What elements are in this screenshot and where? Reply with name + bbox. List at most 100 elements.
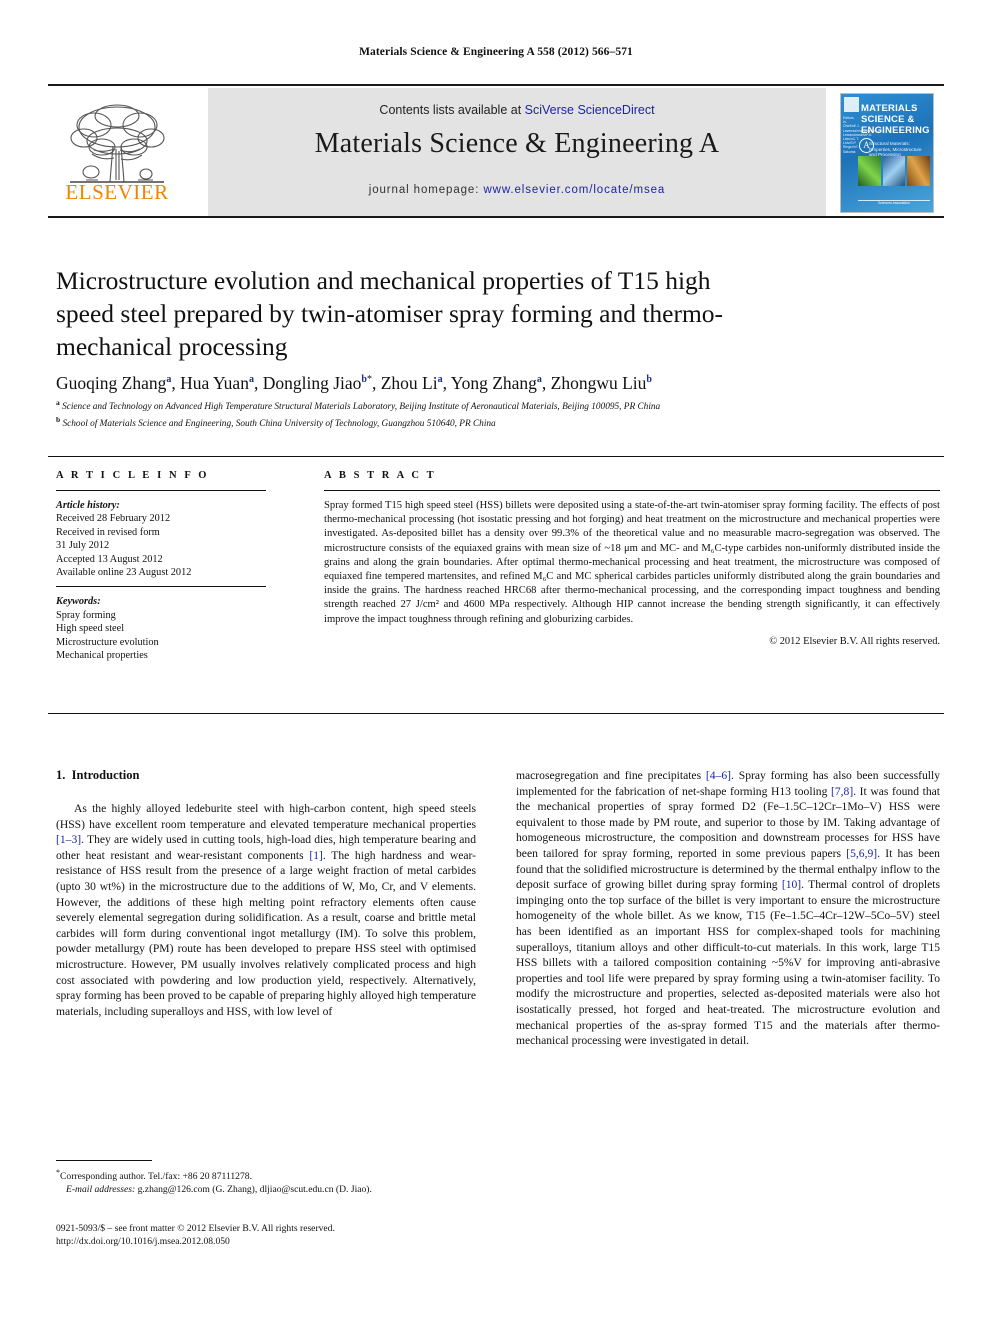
article-history-item-0: Received 28 February 2012 [56, 513, 171, 525]
affiliation-a-text: Science and Technology on Advanced High … [62, 402, 661, 413]
article-info-heading: A R T I C L E I N F O [56, 470, 210, 481]
abstract-column: A B S T R A C T Spray formed T15 high sp… [324, 470, 940, 647]
affiliation-b-text: School of Materials Science and Engineer… [62, 418, 496, 429]
cover-elsevier-logo-icon [844, 97, 859, 112]
article-history-item-4: Available online 23 August 2012 [56, 567, 192, 579]
author-5-name: Yong Zhang [450, 372, 537, 393]
article-history-block: Article history: Received 28 February 20… [56, 499, 266, 579]
abstract-block-bottom-rule [48, 713, 944, 714]
keywords-label: Keywords: [56, 596, 101, 608]
elsevier-wordmark: ELSEVIER [65, 180, 169, 204]
journal-article-page: Materials Science & Engineering A 558 (2… [0, 0, 992, 1323]
cover-micrograph-1 [858, 156, 881, 186]
author-1-name: Guoqing Zhang [56, 372, 167, 393]
journal-cover-cell: MATERIALS SCIENCE & ENGINEERING A Struct… [826, 88, 944, 216]
citation-7-8[interactable]: [7,8] [831, 785, 853, 798]
sciencedirect-link[interactable]: SciVerse ScienceDirect [525, 103, 655, 117]
author-list: Guoqing Zhanga, Hua Yuana, Dongling Jiao… [56, 372, 652, 393]
contents-available-line: Contents lists available at SciVerse Sci… [208, 103, 826, 117]
email-addresses[interactable]: g.zhang@126.com (G. Zhang), dljiao@scut.… [138, 1184, 372, 1195]
intro-paragraph-right: macrosegregation and fine precipitates [… [516, 768, 940, 1049]
footnote-text: *Corresponding author. Tel./fax: +86 20 … [56, 1166, 476, 1196]
issn-line: 0921-5093/$ – see front matter © 2012 El… [56, 1223, 335, 1234]
cover-title-line-1: MATERIALS [861, 103, 918, 114]
citation-1-3[interactable]: [1–3] [56, 833, 81, 846]
article-history-item-2: 31 July 2012 [56, 540, 110, 552]
masthead-center: Contents lists available at SciVerse Sci… [208, 88, 826, 216]
article-history-item-3: Accepted 13 August 2012 [56, 553, 163, 565]
cover-micrograph-2 [882, 156, 906, 186]
abstract-text: Spray formed T15 high speed steel (HSS) … [324, 500, 940, 625]
citation-10[interactable]: [10] [782, 878, 801, 891]
running-head: Materials Science & Engineering A 558 (2… [359, 46, 633, 58]
author-4-affiliation-marker: a [437, 374, 443, 385]
affiliation-b: b School of Materials Science and Engine… [56, 414, 936, 431]
affiliation-a-marker: a [56, 398, 60, 407]
journal-homepage-line: journal homepage: www.elsevier.com/locat… [208, 184, 826, 196]
body-column-right: macrosegregation and fine precipitates [… [516, 768, 940, 1049]
article-history-item-1: Received in revised form [56, 526, 160, 538]
homepage-prefix: journal homepage: [368, 184, 484, 196]
intro-text-4: macrosegregation and fine precipitates [516, 769, 706, 782]
corresponding-note-text: Corresponding author. Tel./fax: +86 20 8… [60, 1171, 252, 1183]
author-2: Hua Yuana [180, 373, 254, 393]
citation-5-6-9[interactable]: [5,6,9] [846, 847, 877, 860]
author-6-affiliation-marker: b [646, 374, 652, 385]
cover-micrograph-strip [858, 156, 931, 186]
abstract-block-top-rule [48, 456, 944, 457]
section-title: Introduction [71, 768, 140, 782]
cover-editor-list: Editors-in-Chief\nE.J. Lavernia\n\nEdito… [843, 116, 880, 154]
journal-cover-thumbnail: MATERIALS SCIENCE & ENGINEERING A Struct… [840, 93, 934, 213]
article-info-rule [56, 490, 266, 491]
author-4-name: Zhou Li [380, 372, 438, 393]
intro-text-3: . The high hardness and wear-resistance … [56, 848, 477, 1018]
author-6-name: Zhongwu Liu [550, 372, 647, 393]
cover-title-line-2: SCIENCE & [861, 114, 915, 125]
imprint-block: 0921-5093/$ – see front matter © 2012 El… [56, 1222, 486, 1248]
author-4: Zhou Lia [381, 373, 443, 393]
citation-1[interactable]: [1] [309, 849, 323, 862]
email-note: E-mail addresses: g.zhang@126.com (G. Zh… [56, 1183, 476, 1196]
email-label: E-mail addresses: [66, 1184, 136, 1196]
affiliation-a: a Science and Technology on Advanced Hig… [56, 397, 936, 414]
footnote-rule [56, 1160, 152, 1161]
intro-paragraph-left: As the highly alloyed ledeburite steel w… [56, 801, 476, 1019]
affiliation-list: a Science and Technology on Advanced Hig… [56, 397, 936, 430]
author-6: Zhongwu Liub [551, 373, 652, 393]
keyword-1: High speed steel [56, 623, 125, 635]
author-1-affiliation-marker: a [166, 374, 172, 385]
body-column-left: 1. Introduction As the highly alloyed le… [56, 768, 476, 1019]
cover-micrograph-3 [907, 156, 931, 186]
section-heading-introduction: 1. Introduction [56, 768, 476, 783]
abstract-rule [324, 490, 940, 491]
corresponding-author-marker: * [366, 374, 372, 385]
article-title: Microstructure evolution and mechanical … [56, 266, 724, 361]
journal-title: Materials Science & Engineering A [314, 128, 720, 159]
author-2-name: Hua Yuan [180, 372, 249, 393]
keywords-block: Keywords: Spray forming High speed steel… [56, 595, 266, 662]
author-3: Dongling Jiaob* [263, 373, 372, 393]
author-3-name: Dongling Jiao [262, 372, 362, 393]
journal-homepage-link[interactable]: www.elsevier.com/locate/msea [483, 184, 665, 196]
corresponding-author-note: *Corresponding author. Tel./fax: +86 20 … [56, 1166, 476, 1183]
citation-4-6[interactable]: [4–6] [706, 769, 731, 782]
author-1: Guoqing Zhanga [56, 373, 171, 393]
article-history-label: Article history: [56, 500, 120, 511]
section-number: 1. [56, 768, 66, 782]
abstract-copyright: © 2012 Elsevier B.V. All rights reserved… [769, 635, 940, 647]
keywords-separator-rule [56, 586, 266, 588]
doi-line[interactable]: http://dx.doi.org/10.1016/j.msea.2012.08… [56, 1235, 486, 1248]
footnote-block: *Corresponding author. Tel./fax: +86 20 … [56, 1160, 476, 1196]
publisher-logo-cell: ELSEVIER [48, 88, 208, 216]
contents-prefix: Contents lists available at [379, 103, 525, 117]
article-info-column: A R T I C L E I N F O Article history: R… [56, 470, 266, 662]
intro-text-1: As the highly alloyed ledeburite steel w… [56, 802, 476, 831]
cover-footer-text: Sciences Association [858, 200, 930, 206]
intro-text-8: . Thermal control of droplets impinging … [516, 878, 940, 1048]
keyword-0: Spray forming [56, 609, 116, 621]
abstract-heading: A B S T R A C T [324, 470, 437, 481]
journal-masthead: ELSEVIER Contents lists available at Sci… [48, 84, 944, 218]
affiliation-b-marker: b [56, 414, 61, 424]
author-5: Yong Zhanga [451, 373, 542, 393]
keyword-2: Microstructure evolution [56, 636, 159, 648]
